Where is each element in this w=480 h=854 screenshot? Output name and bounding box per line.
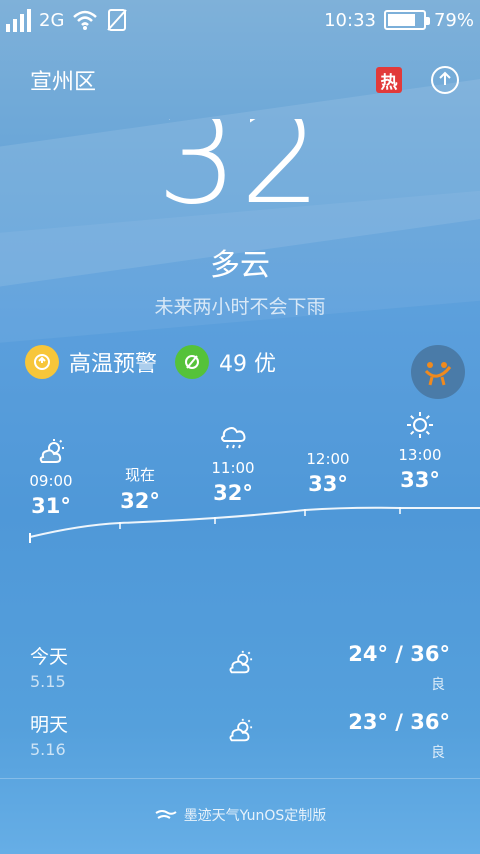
day-label: 今天 bbox=[30, 646, 69, 668]
heat-warning-label: 高温预警 bbox=[69, 352, 158, 377]
footer: 墨迹天气YunOS定制版 bbox=[0, 805, 480, 825]
no-sim-icon bbox=[107, 9, 128, 31]
day-temp-range: 24° / 36° bbox=[348, 642, 450, 666]
hourly-time: 12:00 bbox=[306, 450, 350, 468]
share-icon[interactable] bbox=[430, 65, 460, 95]
partly-cloudy-icon bbox=[39, 439, 64, 463]
hourly-time: 09:00 bbox=[29, 472, 73, 490]
footer-divider bbox=[0, 778, 480, 779]
rain-cloud-icon bbox=[221, 427, 246, 449]
status-bar: 2G 10:33 79% bbox=[0, 0, 480, 40]
signal-icon bbox=[6, 8, 31, 32]
day-air-quality: 良 bbox=[431, 677, 445, 693]
alerts-row: 高温预警 49 优 bbox=[25, 345, 276, 379]
air-quality[interactable]: 49 优 bbox=[175, 345, 276, 379]
hourly-time: 13:00 bbox=[398, 446, 442, 464]
day-date: 5.15 bbox=[30, 672, 66, 691]
wifi-icon bbox=[73, 10, 98, 30]
heat-warning[interactable]: 高温预警 bbox=[25, 345, 157, 379]
hourly-temperature-curve bbox=[29, 506, 480, 543]
battery-percent: 79% bbox=[433, 9, 474, 31]
clock: 10:33 bbox=[324, 9, 376, 31]
hourly-item: 13:00 33° bbox=[392, 410, 448, 492]
partly-cloudy-icon bbox=[229, 650, 253, 674]
partly-cloudy-icon bbox=[229, 718, 253, 742]
hourly-time: 11:00 bbox=[211, 459, 255, 477]
moji-logo-icon bbox=[155, 810, 177, 819]
hourly-temp: 33° bbox=[400, 468, 440, 492]
hourly-item: 12:00 33° bbox=[300, 450, 356, 496]
daily-row[interactable]: 今天 5.15 24° / 36° 良 bbox=[30, 642, 450, 702]
air-quality-label: 49 优 bbox=[219, 352, 277, 377]
day-air-quality: 良 bbox=[431, 745, 445, 761]
hot-news-icon[interactable]: 热 bbox=[376, 67, 402, 93]
sun-icon bbox=[407, 412, 433, 438]
hourly-temp: 33° bbox=[308, 472, 348, 496]
hourly-time: 现在 bbox=[124, 466, 155, 484]
footer-text: 墨迹天气YunOS定制版 bbox=[183, 808, 327, 824]
daily-row[interactable]: 明天 5.16 23° / 36° 良 bbox=[30, 710, 450, 770]
air-quality-icon bbox=[175, 345, 210, 379]
day-label: 明天 bbox=[30, 714, 69, 736]
city-name[interactable]: 宣州区 bbox=[30, 64, 96, 96]
mascot-icon[interactable] bbox=[411, 345, 465, 399]
day-temp-range: 23° / 36° bbox=[348, 710, 450, 734]
hourly-item: 11:00 32° bbox=[208, 423, 258, 505]
network-type: 2G bbox=[39, 9, 65, 31]
rain-forecast-note: 未来两小时不会下雨 bbox=[154, 296, 326, 318]
heat-warning-icon bbox=[25, 345, 59, 379]
app-header: 宣州区 热 bbox=[30, 60, 460, 100]
battery-icon bbox=[383, 10, 430, 30]
day-date: 5.16 bbox=[30, 740, 66, 759]
current-condition: 多云 bbox=[210, 248, 270, 283]
